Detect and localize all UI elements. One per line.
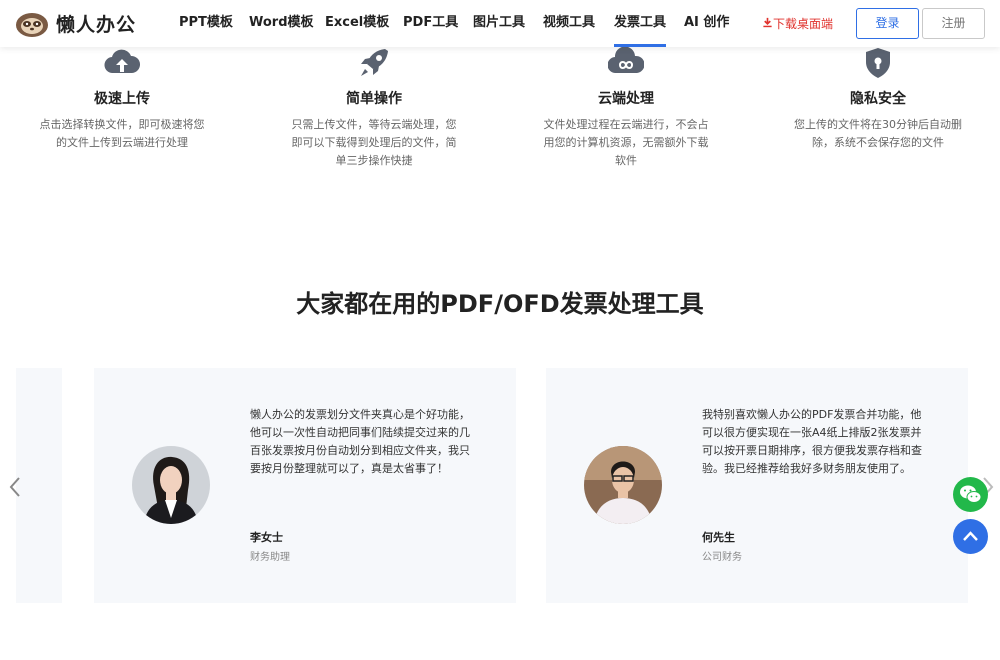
download-desktop-link[interactable]: 下载桌面端 — [762, 15, 833, 32]
testimonial-role: 财务助理 — [250, 552, 290, 563]
testimonial-name: 李女士 — [250, 531, 283, 544]
feature-privacy-security: 隐私安全 您上传的文件将在30分钟后自动删除，系统不会保存您的文件 — [778, 47, 978, 152]
wechat-float-button[interactable] — [953, 477, 988, 512]
nav-word[interactable]: Word模板 — [249, 0, 314, 47]
feature-title: 云端处理 — [598, 91, 654, 107]
nav-video[interactable]: 视频工具 — [543, 0, 595, 47]
feature-fast-upload: 极速上传 点击选择转换文件，即可极速将您的文件上传到云端进行处理 — [22, 47, 222, 152]
avatar — [584, 446, 662, 524]
register-button[interactable]: 注册 — [922, 8, 985, 39]
feature-title: 隐私安全 — [850, 91, 906, 107]
cloud-infinity-icon — [607, 46, 645, 79]
nav-ai[interactable]: AI 创作 — [684, 0, 729, 47]
nav-ppt[interactable]: PPT模板 — [179, 0, 233, 47]
section-title: 大家都在用的PDF/OFD发票处理工具 — [296, 290, 704, 318]
chevron-up-icon — [963, 531, 978, 541]
testimonial-role: 公司财务 — [702, 552, 742, 563]
feature-desc: 您上传的文件将在30分钟后自动删除，系统不会保存您的文件 — [794, 118, 962, 149]
nav-pdf[interactable]: PDF工具 — [403, 0, 458, 47]
feature-title: 简单操作 — [346, 91, 402, 107]
feature-desc: 文件处理过程在云端进行，不会占用您的计算机资源，无需额外下载软件 — [543, 118, 709, 167]
top-header: 懒人办公 PPT模板 Word模板 Excel模板 PDF工具 图片工具 视频工… — [0, 0, 1000, 47]
cloud-upload-icon — [104, 47, 141, 79]
rocket-icon — [356, 47, 392, 79]
logo-text: 懒人办公 — [56, 13, 137, 36]
testimonial-quote: 我特别喜欢懒人办公的PDF发票合并功能，他可以很方便实现在一张A4纸上排版2张发… — [702, 408, 922, 475]
wechat-icon — [960, 485, 982, 503]
nav-invoice[interactable]: 发票工具 — [614, 0, 667, 47]
site-logo[interactable]: 懒人办公 — [14, 8, 136, 38]
download-label: 下载桌面端 — [773, 17, 834, 31]
testimonial-quote: 懒人办公的发票划分文件夹真心是个好功能，他可以一次性自动把同事们陆续提交过来的几… — [250, 408, 470, 475]
feature-desc: 只需上传文件，等待云端处理，您即可以下载得到处理后的文件，简单三步操作快捷 — [291, 118, 457, 167]
nav-image[interactable]: 图片工具 — [473, 0, 525, 47]
feature-cloud-processing: 云端处理 文件处理过程在云端进行，不会占用您的计算机资源，无需额外下载软件 — [526, 46, 726, 170]
testimonial-card: 懒人办公的发票划分文件夹真心是个好功能，他可以一次性自动把同事们陆续提交过来的几… — [94, 368, 516, 603]
sloth-logo-icon — [14, 8, 50, 38]
feature-title: 极速上传 — [94, 91, 150, 107]
feature-desc: 点击选择转换文件，即可极速将您的文件上传到云端进行处理 — [39, 118, 205, 149]
testimonial-name: 何先生 — [702, 531, 735, 544]
feature-simple-operation: 简单操作 只需上传文件，等待云端处理，您即可以下载得到处理后的文件，简单三步操作… — [274, 47, 474, 170]
avatar — [132, 446, 210, 524]
download-icon — [762, 17, 773, 31]
back-to-top-button[interactable] — [953, 519, 988, 554]
login-button[interactable]: 登录 — [856, 8, 919, 39]
carousel-prev-arrow-icon[interactable] — [6, 476, 24, 498]
nav-excel[interactable]: Excel模板 — [325, 0, 389, 47]
testimonial-card: 我特别喜欢懒人办公的PDF发票合并功能，他可以很方便实现在一张A4纸上排版2张发… — [546, 368, 968, 603]
shield-lock-icon — [860, 47, 896, 79]
